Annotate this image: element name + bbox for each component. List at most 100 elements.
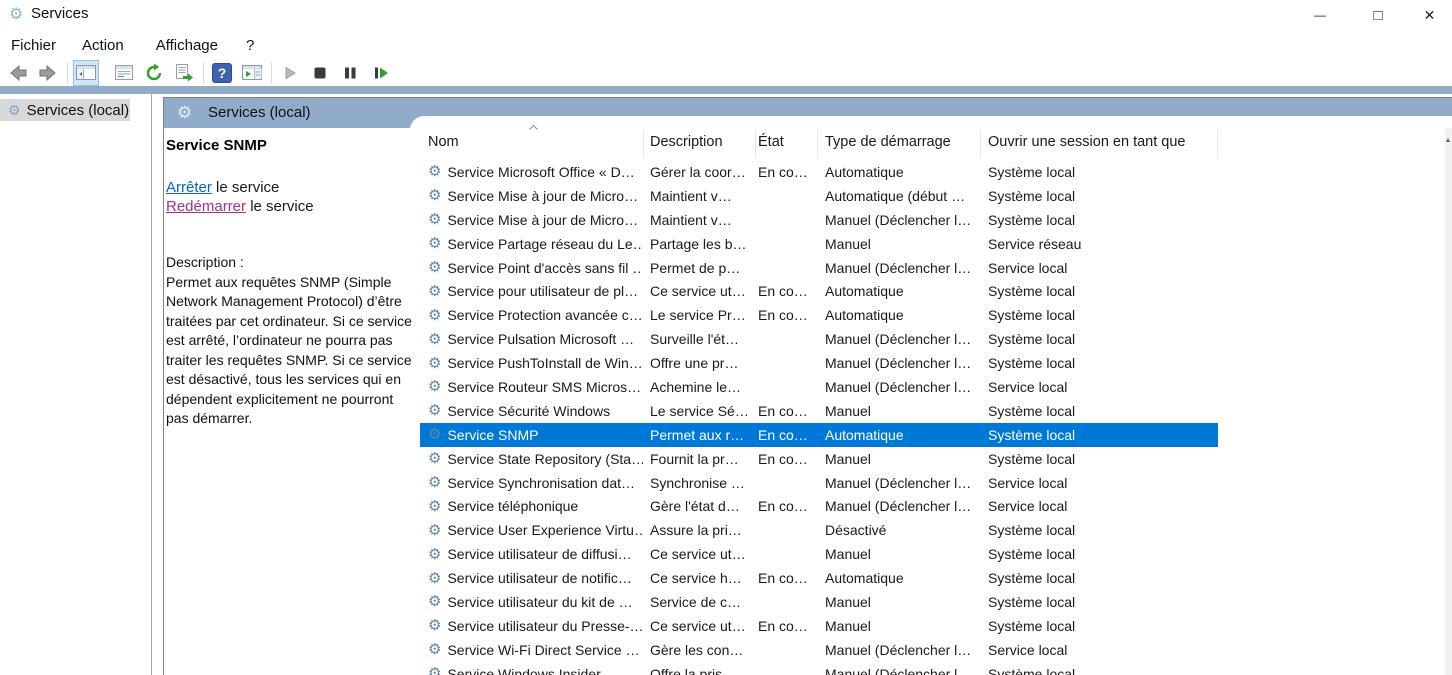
restart-service-button[interactable] — [367, 60, 393, 86]
service-gear-icon: ⚙ — [428, 594, 441, 609]
service-description-block: Description : Permet aux requêtes SNMP (… — [166, 253, 414, 429]
cell-logon-as: Service local — [980, 642, 1218, 658]
cell-name: ⚙Service SNMP — [420, 427, 643, 443]
cell-description: Ce service ut… — [643, 283, 755, 299]
table-row[interactable]: ⚙Service SNMP Permet aux r… En co… Autom… — [420, 423, 1218, 447]
cell-description: Surveille l'ét… — [643, 331, 755, 347]
table-row[interactable]: ⚙Service utilisateur de diffusi… Ce serv… — [420, 542, 1218, 566]
table-row[interactable]: ⚙Service State Repository (Sta… Fournit … — [420, 447, 1218, 471]
forward-button[interactable] — [35, 60, 61, 86]
menu-item-affichage[interactable]: Affichage — [146, 32, 228, 59]
cell-logon-as: Système local — [980, 283, 1218, 299]
menu-item-action[interactable]: Action — [72, 32, 134, 59]
back-button[interactable] — [5, 60, 31, 86]
cell-name: ⚙Service Synchronisation dat… — [420, 475, 643, 491]
table-row[interactable]: ⚙Service Microsoft Office « D… Gérer la … — [420, 160, 1218, 184]
cell-description: Fournit la pr… — [643, 451, 755, 467]
close-button[interactable]: ✕ — [1407, 0, 1452, 30]
cell-name: ⚙Service Sécurité Windows — [420, 403, 643, 419]
show-action-pane-button[interactable] — [239, 60, 265, 86]
table-row[interactable]: ⚙Service Routeur SMS Micros… Achemine le… — [420, 375, 1218, 399]
stop-service-link[interactable]: Arrêter — [166, 179, 212, 196]
minimize-button[interactable]: — — [1291, 0, 1349, 30]
cell-description: Maintient v… — [643, 188, 755, 204]
column-divider[interactable] — [1217, 130, 1218, 158]
table-row[interactable]: ⚙Service utilisateur du Presse-… Ce serv… — [420, 614, 1218, 638]
table-row[interactable]: ⚙Service Windows Insider Offre la pris… … — [420, 662, 1218, 675]
cell-startup-type: Automatique — [817, 164, 980, 180]
restart-service-suffix: le service — [246, 198, 314, 215]
minimize-icon: — — [1314, 8, 1326, 22]
column-header-etat[interactable]: État — [758, 134, 784, 154]
service-gear-icon: ⚙ — [428, 332, 441, 347]
table-row[interactable]: ⚙Service User Experience Virtu… Assure l… — [420, 518, 1218, 542]
detail-pane: Service SNMP Arrêter le service Redémarr… — [164, 128, 410, 675]
service-gear-icon: ⚙ — [428, 260, 441, 275]
table-row[interactable]: ⚙Service Synchronisation dat… Synchronis… — [420, 471, 1218, 495]
action-pane-icon — [242, 64, 262, 81]
cell-description: Gérer la coor… — [643, 164, 755, 180]
properties-button[interactable] — [111, 60, 137, 86]
table-row[interactable]: ⚙Service Partage réseau du Le… Partage l… — [420, 232, 1218, 256]
pause-icon — [341, 64, 359, 82]
column-divider[interactable] — [755, 130, 756, 158]
cell-status: En co… — [755, 618, 817, 634]
cell-status: En co… — [755, 498, 817, 514]
column-divider[interactable] — [980, 130, 981, 158]
table-row[interactable]: ⚙Service Sécurité Windows Le service Sé…… — [420, 399, 1218, 423]
table-row[interactable]: ⚙Service PushToInstall de Win… Offre une… — [420, 351, 1218, 375]
table-row[interactable]: ⚙Service pour utilisateur de pl… Ce serv… — [420, 279, 1218, 303]
tree-item-label: Services (local) — [27, 102, 130, 119]
export-list-button[interactable] — [171, 60, 197, 86]
service-gear-icon: ⚙ — [428, 523, 441, 538]
service-gear-icon: ⚙ — [428, 379, 441, 394]
forward-arrow-icon — [37, 63, 59, 83]
refresh-button[interactable] — [141, 60, 167, 86]
table-row[interactable]: ⚙Service Pulsation Microsoft … Surveille… — [420, 327, 1218, 351]
column-header-type-demarrage[interactable]: Type de démarrage — [825, 134, 951, 154]
tree-item-services-local[interactable]: ⚙ Services (local) — [0, 99, 130, 121]
show-console-tree-button[interactable] — [73, 60, 99, 86]
menu-item-help[interactable]: ? — [236, 32, 264, 59]
table-row[interactable]: ⚙Service utilisateur du kit de … Service… — [420, 590, 1218, 614]
console-tree-icon — [76, 64, 96, 81]
cell-logon-as: Système local — [980, 355, 1218, 371]
column-header-session[interactable]: Ouvrir une session en tant que — [988, 134, 1185, 154]
pause-service-button[interactable] — [337, 60, 363, 86]
cell-logon-as: Système local — [980, 403, 1218, 419]
menubar: Fichier Action Affichage ? — [0, 30, 1452, 60]
window-titlebar: ⚙ Services — □ ✕ — [0, 0, 1452, 30]
table-row[interactable]: ⚙Service Mise à jour de Micro… Maintient… — [420, 184, 1218, 208]
toolbar-divider — [67, 62, 68, 84]
cell-description: Maintient v… — [643, 212, 755, 228]
cell-status: En co… — [755, 283, 817, 299]
column-divider[interactable] — [817, 130, 818, 158]
restart-service-link[interactable]: Redémarrer — [166, 198, 246, 215]
cell-description: Offre une pr… — [643, 355, 755, 371]
table-row[interactable]: ⚙Service Wi-Fi Direct Service … Gère les… — [420, 638, 1218, 662]
cell-startup-type: Manuel (Déclencher l… — [817, 475, 980, 491]
help-button[interactable]: ? — [209, 60, 235, 86]
refresh-icon — [144, 63, 164, 83]
maximize-button[interactable]: □ — [1349, 0, 1407, 30]
table-row[interactable]: ⚙Service téléphonique Gère l'état d… En … — [420, 494, 1218, 518]
cell-startup-type: Désactivé — [817, 522, 980, 538]
column-header-nom[interactable]: Nom — [428, 134, 459, 154]
stop-service-button[interactable] — [307, 60, 333, 86]
table-row[interactable]: ⚙Service Point d'accès sans fil … Permet… — [420, 256, 1218, 280]
vertical-scrollbar[interactable] — [1445, 128, 1452, 675]
service-gear-icon: ⚙ — [428, 427, 441, 442]
menu-item-fichier[interactable]: Fichier — [1, 32, 66, 59]
column-divider[interactable] — [643, 130, 644, 158]
table-row[interactable]: ⚙Service Protection avancée c… Le servic… — [420, 303, 1218, 327]
table-row[interactable]: ⚙Service utilisateur de notific… Ce serv… — [420, 566, 1218, 590]
cell-description: Synchronise … — [643, 475, 755, 491]
column-header-description[interactable]: Description — [650, 134, 723, 154]
cell-logon-as: Système local — [980, 594, 1218, 610]
service-gear-icon: ⚙ — [428, 164, 441, 179]
cell-status: En co… — [755, 164, 817, 180]
table-row[interactable]: ⚙Service Mise à jour de Micro… Maintient… — [420, 208, 1218, 232]
cell-startup-type: Manuel — [817, 594, 980, 610]
service-description: Permet aux requêtes SNMP (Simple Network… — [166, 273, 414, 429]
start-service-button[interactable] — [277, 60, 303, 86]
